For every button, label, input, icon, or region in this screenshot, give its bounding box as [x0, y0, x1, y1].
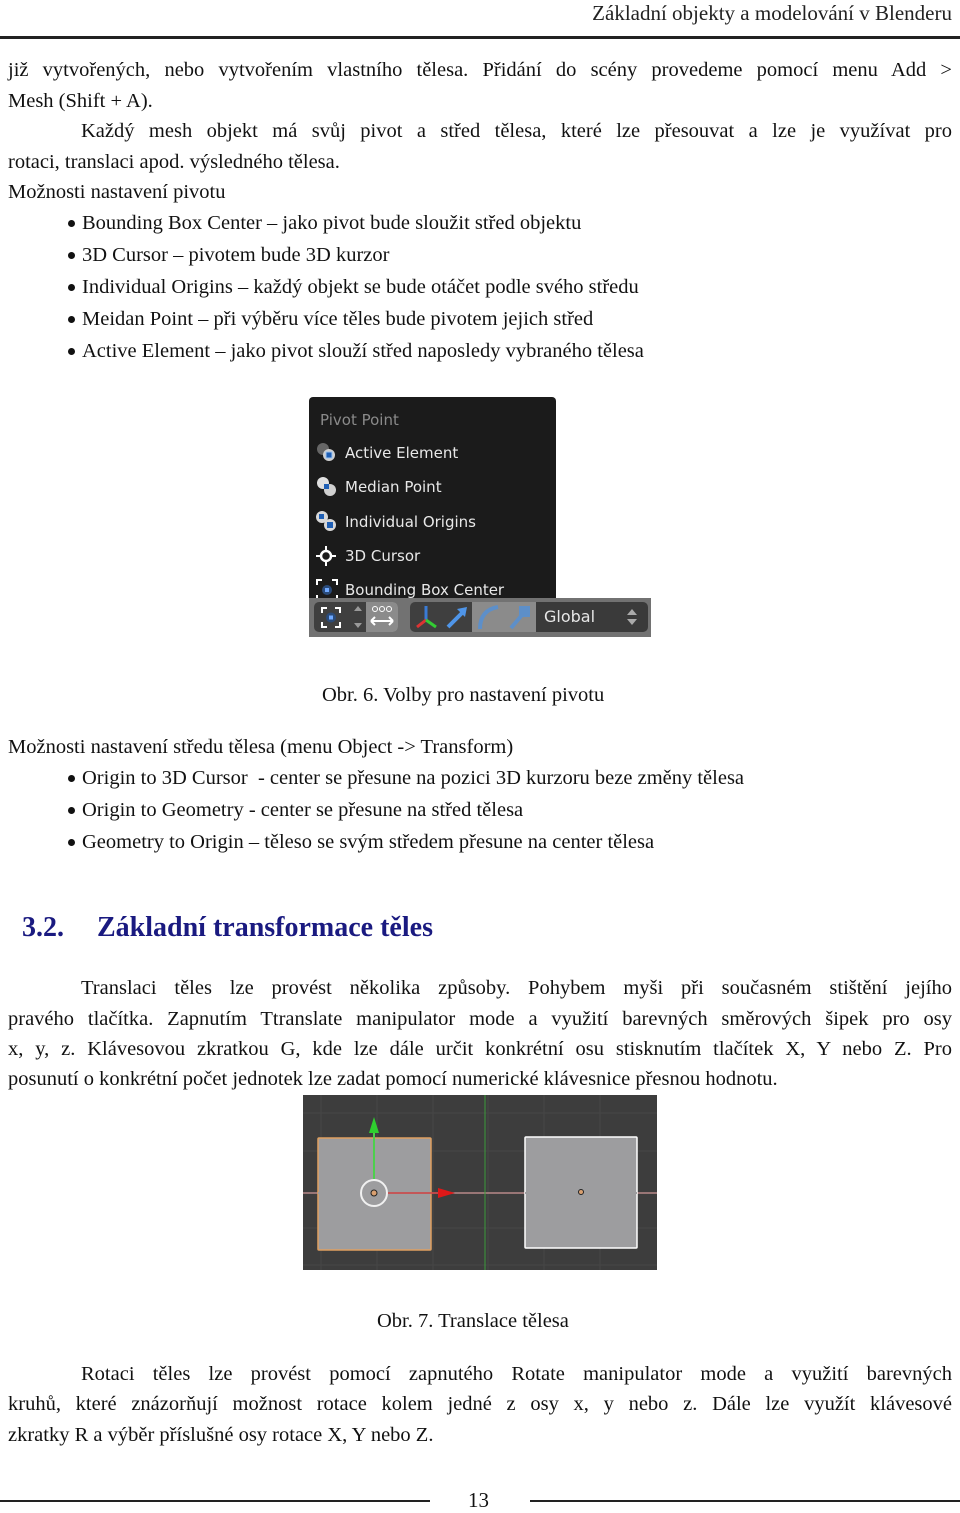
rotation-line-3: zkratky R a výběr příslušné osy rotace X…	[8, 1424, 434, 1446]
figure-7-caption: Obr. 7. Translace tělesa	[377, 1310, 569, 1332]
list-item: Active Element – jako pivot slouží střed…	[66, 335, 644, 367]
origin-options-list: Origin to 3D Cursor - center se přesune …	[66, 762, 744, 858]
menu-item-3d-cursor[interactable]: 3D Cursor	[315, 542, 551, 570]
menu-item-active-element[interactable]: Active Element	[315, 439, 551, 467]
manipulator-toggle[interactable]	[410, 602, 442, 632]
pivot-paragraph-line-1: Každý mesh objekt má svůj pivot a střed …	[81, 120, 952, 142]
viewport-canvas	[303, 1095, 657, 1270]
section-title: Základní transformace těles	[97, 912, 433, 943]
pivot-options-label: Možnosti nastavení pivotu	[8, 181, 226, 203]
list-item: Bounding Box Center – jako pivot bude sl…	[66, 207, 644, 239]
scale-manipulator-button[interactable]	[504, 602, 536, 632]
up-down-arrows-icon	[626, 602, 638, 642]
bullet-icon	[68, 838, 75, 846]
rotate-manipulator-button[interactable]	[472, 602, 504, 632]
origin-dot	[578, 1189, 584, 1195]
intro-line-1: již vytvořených, nebo vytvořením vlastní…	[8, 59, 952, 81]
pivot-menu-screenshot: Pivot Point Active Element Median Point …	[309, 397, 651, 637]
menu-title: Pivot Point	[320, 411, 399, 429]
rotation-line-1: Rotaci těles lze provést pomocí zapnutéh…	[81, 1363, 952, 1385]
running-header: Základní objekty a modelování v Blenderu	[592, 1, 952, 25]
list-item: Origin to 3D Cursor - center se přesune …	[66, 762, 744, 794]
bullet-icon	[68, 806, 75, 814]
figure-6-caption: Obr. 6. Volby pro nastavení pivotu	[322, 684, 605, 706]
individual-origins-icon	[315, 510, 339, 534]
pivot-point-dropdown[interactable]	[314, 602, 366, 632]
menu-item-median-point[interactable]: Median Point	[315, 473, 551, 501]
bullet-icon	[68, 283, 75, 291]
section-heading: 3.2. Základní transformace těles	[22, 912, 433, 944]
viewport-header-toolbar: Global	[309, 598, 651, 637]
bullet-icon	[68, 347, 75, 355]
pivot-selector-group	[314, 602, 398, 632]
list-item: Individual Origins – každý objekt se bud…	[66, 271, 644, 303]
intro-line-2: Mesh (Shift + A).	[8, 90, 153, 112]
translation-line-4: posunutí o konkrétní počet jednotek lze …	[8, 1068, 778, 1090]
page-number: 13	[468, 1488, 489, 1512]
median-point-icon	[315, 475, 339, 499]
menu-item-individual-origins[interactable]: Individual Origins	[315, 508, 551, 536]
bullet-icon	[68, 315, 75, 323]
translate-manipulator-button[interactable]	[442, 602, 472, 632]
list-item: Meidan Point – při výběru více těles bud…	[66, 303, 644, 335]
pivot-paragraph-line-2: rotaci, translaci apod. výsledného těles…	[8, 151, 340, 173]
origin-options-label: Možnosti nastavení středu tělesa (menu O…	[8, 736, 514, 758]
section-number: 3.2.	[22, 912, 64, 943]
translation-line-2: pravého tlačítka. Zapnutím Ttranslate ma…	[8, 1008, 952, 1030]
list-item: Origin to Geometry - center se přesune n…	[66, 794, 744, 826]
pivot-manipulation-toggle[interactable]	[366, 602, 398, 632]
list-item: 3D Cursor – pivotem bude 3D kurzor	[66, 239, 644, 271]
x-arrow-head	[438, 1188, 455, 1198]
rotation-line-2: kruhů, které znázorňují možnost rotace k…	[8, 1393, 952, 1415]
cursor-3d-icon	[315, 544, 339, 568]
header-rule	[0, 36, 960, 39]
footer-rule-right	[530, 1500, 960, 1502]
translation-line-3: x, y, z. Klávesovou zkratkou G, kde lze …	[8, 1038, 952, 1060]
translation-line-1: Translaci těles lze provést několika způ…	[81, 977, 952, 999]
bullet-icon	[68, 251, 75, 259]
list-item: Geometry to Origin – těleso se svým stře…	[66, 826, 744, 858]
bullet-icon	[68, 219, 75, 227]
pivot-point-menu: Pivot Point Active Element Median Point …	[309, 397, 556, 605]
translation-viewport-screenshot	[303, 1095, 657, 1270]
bullet-icon	[68, 774, 75, 782]
active-element-icon	[315, 441, 339, 465]
transform-orientation-dropdown[interactable]: Global	[536, 602, 648, 632]
footer-rule-left	[0, 1500, 430, 1502]
pivot-options-list: Bounding Box Center – jako pivot bude sl…	[66, 207, 644, 367]
origin-dot	[370, 1189, 378, 1197]
manipulator-group	[410, 602, 536, 632]
